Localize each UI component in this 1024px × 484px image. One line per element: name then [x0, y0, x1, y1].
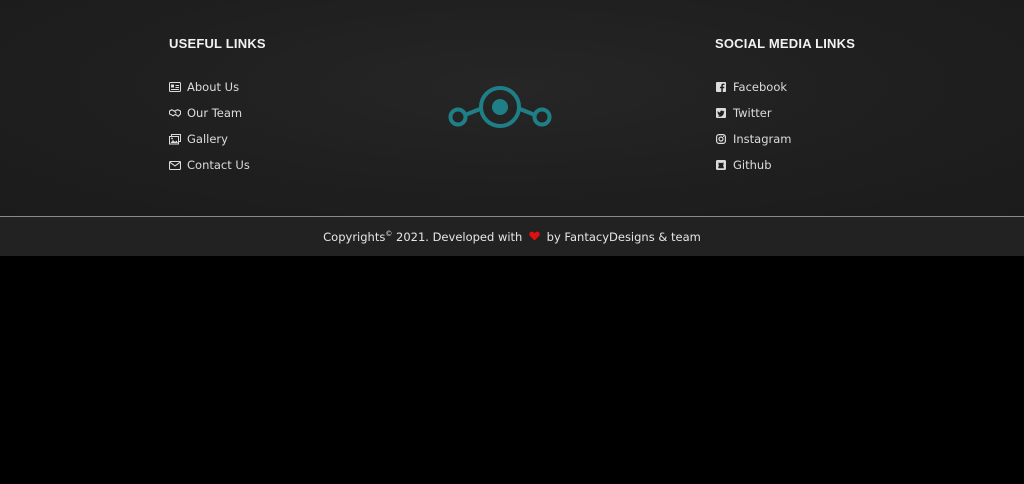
gallery-link[interactable]: Gallery [169, 126, 266, 152]
handshake-icon [169, 107, 181, 119]
social-links-list: Facebook Twitter Instagram Github [715, 74, 855, 178]
copyright-prefix: Copyrights [323, 229, 386, 244]
facebook-icon [715, 81, 727, 93]
facebook-link[interactable]: Facebook [715, 74, 855, 100]
instagram-label: Instagram [733, 132, 792, 146]
useful-links-title: USEFUL LINKS [169, 36, 266, 51]
copyright-text: Copyrights© 2021. Developed with by Fant… [323, 230, 701, 244]
about-us-link[interactable]: About Us [169, 74, 266, 100]
contact-us-label: Contact Us [187, 158, 250, 172]
instagram-link[interactable]: Instagram [715, 126, 855, 152]
instagram-icon [715, 133, 727, 145]
twitter-link[interactable]: Twitter [715, 100, 855, 126]
social-media-links-section: SOCIAL MEDIA LINKS Facebook Twitter Inst… [715, 36, 855, 178]
facebook-label: Facebook [733, 80, 788, 94]
github-label: Github [733, 158, 772, 172]
envelope-icon [169, 159, 181, 171]
id-card-icon [169, 81, 181, 93]
useful-links-list: About Us Our Team Gallery Contact Us [169, 74, 266, 178]
github-icon [715, 159, 727, 171]
github-link[interactable]: Github [715, 152, 855, 178]
copyright-suffix: by FantacyDesigns & team [543, 229, 701, 244]
lineageos-logo-icon [448, 86, 552, 128]
copyright-middle: 2021. Developed with [392, 229, 527, 244]
about-us-label: About Us [187, 80, 240, 94]
contact-us-link[interactable]: Contact Us [169, 152, 266, 178]
images-icon [169, 133, 181, 145]
twitter-icon [715, 107, 727, 119]
site-footer: USEFUL LINKS About Us Our Team Gallery C… [0, 0, 1024, 216]
social-media-links-title: SOCIAL MEDIA LINKS [715, 36, 856, 51]
heart-icon [529, 231, 540, 241]
page-blank-area [0, 256, 1024, 484]
copyright-bar: Copyrights© 2021. Developed with by Fant… [0, 216, 1024, 256]
gallery-label: Gallery [187, 132, 228, 146]
our-team-link[interactable]: Our Team [169, 100, 266, 126]
our-team-label: Our Team [187, 106, 243, 120]
twitter-label: Twitter [733, 106, 772, 120]
useful-links-section: USEFUL LINKS About Us Our Team Gallery C… [169, 36, 266, 178]
